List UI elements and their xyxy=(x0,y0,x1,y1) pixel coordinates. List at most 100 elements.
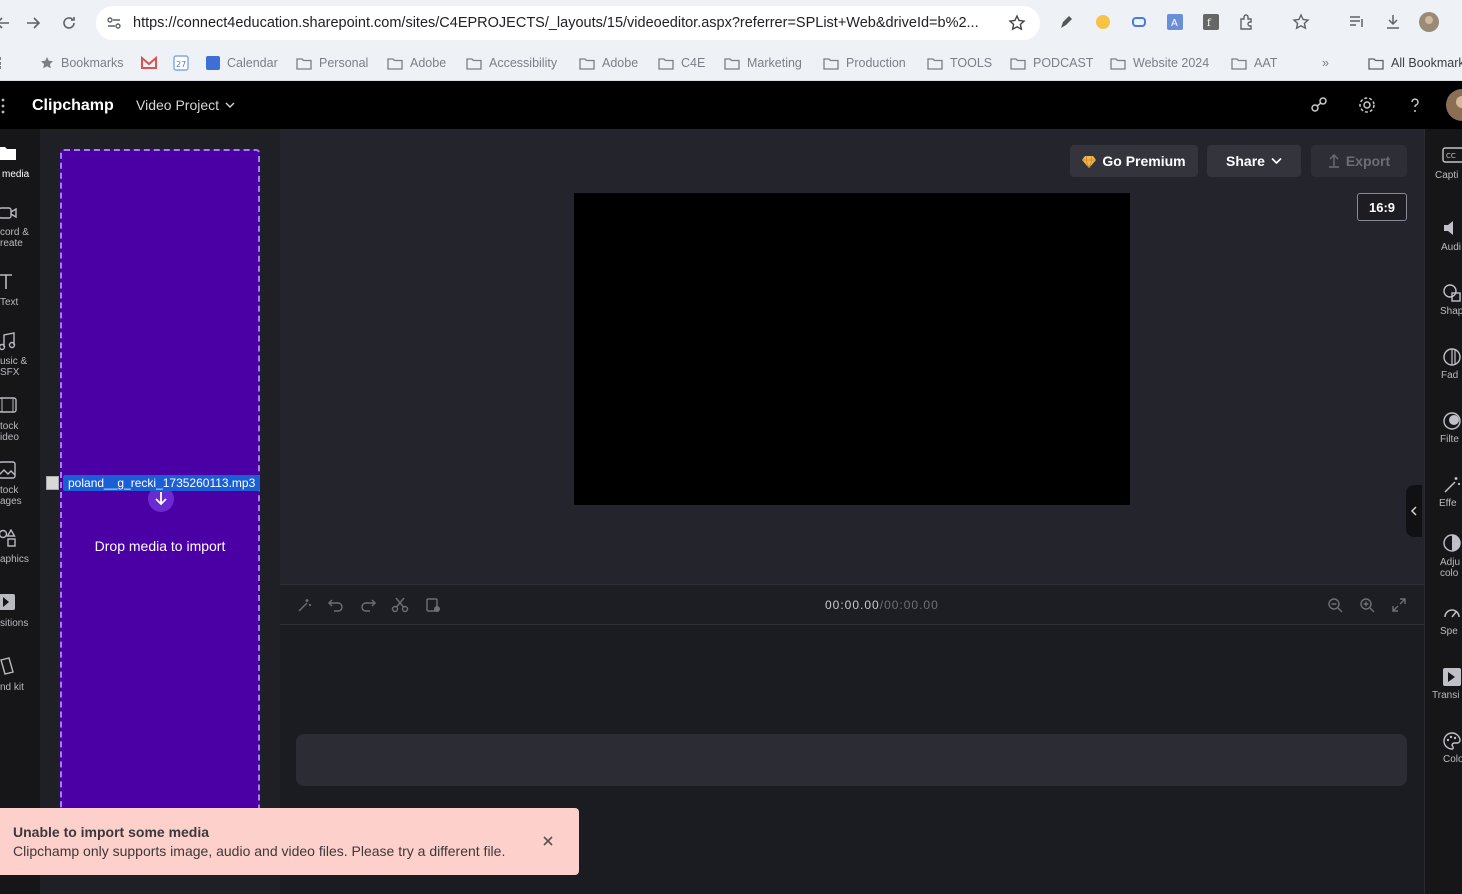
timecode: 00:00.00/00:00.00 xyxy=(825,598,939,612)
sidebar-item-text[interactable]: Text xyxy=(0,271,40,311)
collapse-right-panel-button[interactable] xyxy=(1406,485,1422,537)
aspect-ratio-button[interactable]: 16:9 xyxy=(1357,193,1407,221)
share-link-icon[interactable] xyxy=(1309,95,1329,115)
settings-gear-icon[interactable] xyxy=(1357,95,1377,115)
sidebar-item-transitions[interactable]: sitions xyxy=(0,591,40,633)
speed-icon xyxy=(1444,609,1460,618)
close-icon[interactable] xyxy=(541,834,555,848)
apps-grid-icon[interactable] xyxy=(0,53,6,73)
scissors-icon[interactable] xyxy=(391,596,409,614)
delete-icon[interactable] xyxy=(424,596,442,614)
translate-extension-icon[interactable]: A xyxy=(1165,12,1185,32)
toast-message: Clipchamp only supports image, audio and… xyxy=(13,843,506,859)
bookmark-folder-website-2024[interactable]: Website 2024 xyxy=(1110,53,1209,73)
bookmark-folder-aat[interactable]: AAT xyxy=(1231,53,1277,73)
more-bookmarks-button[interactable]: » xyxy=(1322,53,1329,73)
bookmark-folder-c4e[interactable]: C4E xyxy=(658,53,705,73)
right-panel-filters[interactable]: Filte xyxy=(1425,409,1462,449)
bookmark-label: PODCAST xyxy=(1033,56,1094,70)
bookmark-bookmarks[interactable]: Bookmarks xyxy=(40,53,124,73)
share-button[interactable]: Share xyxy=(1207,145,1301,177)
media-queue-icon[interactable] xyxy=(1347,12,1367,32)
address-bar[interactable]: https://connect4education.sharepoint.com… xyxy=(96,6,1040,40)
bookmark-folder-podcast[interactable]: PODCAST xyxy=(1010,53,1093,73)
extension-blue-icon[interactable] xyxy=(1129,12,1149,32)
site-settings-icon[interactable] xyxy=(105,14,123,32)
camera-icon xyxy=(0,207,17,219)
captions-icon: CC xyxy=(1442,147,1462,163)
profile-avatar[interactable] xyxy=(1419,12,1439,32)
extension-yellow-icon[interactable] xyxy=(1093,12,1113,32)
sidebar-item-record-create[interactable]: cord & reate xyxy=(0,203,40,253)
bookmark-folder-adobe[interactable]: Adobe xyxy=(387,53,446,73)
download-icon[interactable] xyxy=(1383,12,1403,32)
bookmark-label: Website 2024 xyxy=(1133,56,1210,70)
right-panel-audio[interactable]: Audi xyxy=(1425,217,1462,257)
forward-icon[interactable] xyxy=(22,12,44,34)
media-panel: Drop media to import xyxy=(40,129,280,894)
magic-wand-icon[interactable] xyxy=(296,596,314,614)
palette-icon xyxy=(1443,732,1461,750)
sidebar-item-music-sfx[interactable]: usic & SFX xyxy=(0,329,40,381)
app-header: Clipchamp Video Project xyxy=(0,81,1462,129)
right-panel-captions[interactable]: CC Capti xyxy=(1425,145,1462,193)
bookmark-folder-marketing[interactable]: Marketing xyxy=(724,53,802,73)
timeline-track[interactable] xyxy=(296,734,1407,786)
right-panel-effects[interactable]: Effe xyxy=(1425,473,1462,513)
sidebar-item-label: media xyxy=(2,169,30,180)
right-panel-color[interactable]: Colo xyxy=(1425,729,1462,769)
project-name-dropdown[interactable]: Video Project xyxy=(136,97,235,113)
right-panel-speed[interactable]: Spe xyxy=(1425,601,1462,641)
right-panel-label: Filte xyxy=(1440,434,1459,445)
media-drop-zone[interactable]: Drop media to import xyxy=(60,149,260,849)
right-panel-adjust-colors[interactable]: Adju colo xyxy=(1425,531,1462,581)
sidebar-item-graphics[interactable]: aphics xyxy=(0,527,40,569)
undo-icon[interactable] xyxy=(327,596,345,614)
bookmark-manager-star-icon[interactable] xyxy=(1291,12,1311,32)
folder-icon xyxy=(0,147,16,160)
redo-icon[interactable] xyxy=(359,596,377,614)
sidebar-item-stock-video[interactable]: tock ideo xyxy=(0,395,40,447)
speaker-icon xyxy=(1444,221,1453,235)
help-icon[interactable] xyxy=(1405,95,1425,115)
user-avatar[interactable] xyxy=(1446,89,1462,121)
bookmark-star-icon[interactable] xyxy=(1008,14,1026,32)
back-icon[interactable] xyxy=(0,12,14,34)
font-extension-icon[interactable]: f xyxy=(1201,12,1221,32)
transition-icon xyxy=(0,594,15,610)
sidebar-item-brand-kit[interactable]: nd kit xyxy=(0,655,40,697)
bookmark-folder-adobe-2[interactable]: Adobe xyxy=(579,53,638,73)
right-panel-fade[interactable]: Fad xyxy=(1425,345,1462,385)
extensions-puzzle-icon[interactable] xyxy=(1237,12,1257,32)
sidebar-item-label: aphics xyxy=(0,554,29,565)
fit-timeline-icon[interactable] xyxy=(1390,596,1408,614)
pen-extension-icon[interactable] xyxy=(1057,12,1077,32)
right-panel-shapes[interactable]: Shap xyxy=(1425,281,1462,321)
all-bookmarks-folder[interactable]: All Bookmarks xyxy=(1368,53,1462,73)
bookmark-folder-accessibility[interactable]: Accessibility xyxy=(466,53,557,73)
export-button[interactable]: Export xyxy=(1311,145,1407,177)
folder-icon xyxy=(823,57,839,70)
zoom-in-icon[interactable] xyxy=(1358,596,1376,614)
bookmark-folder-production[interactable]: Production xyxy=(823,53,906,73)
app-brand[interactable]: Clipchamp xyxy=(32,97,114,115)
right-panel-transitions[interactable]: Transi xyxy=(1425,665,1462,705)
folder-icon xyxy=(466,57,482,70)
reload-icon[interactable] xyxy=(58,12,80,34)
bookmark-folder-tools[interactable]: TOOLS xyxy=(927,53,992,73)
go-premium-button[interactable]: Go Premium xyxy=(1070,145,1198,177)
bookmark-label: Personal xyxy=(319,56,369,70)
dragged-file[interactable]: poland__g_recki_1735260113.mp3 xyxy=(46,474,261,491)
image-icon xyxy=(0,461,16,479)
sidebar-item-media[interactable]: media xyxy=(0,141,40,187)
bookmark-calendar[interactable]: Calendar xyxy=(206,53,278,73)
video-preview[interactable] xyxy=(574,193,1130,505)
bookmark-folder-personal[interactable]: Personal xyxy=(296,53,368,73)
app-menu-dots-icon[interactable] xyxy=(0,98,8,114)
sidebar-item-stock-images[interactable]: tock ages xyxy=(0,459,40,509)
bookmark-calendar-app[interactable]: 27 xyxy=(173,53,189,73)
url-text[interactable]: https://connect4education.sharepoint.com… xyxy=(133,15,979,31)
bookmark-gmail[interactable] xyxy=(141,53,157,73)
svg-text:27: 27 xyxy=(176,60,186,69)
zoom-out-icon[interactable] xyxy=(1326,596,1344,614)
